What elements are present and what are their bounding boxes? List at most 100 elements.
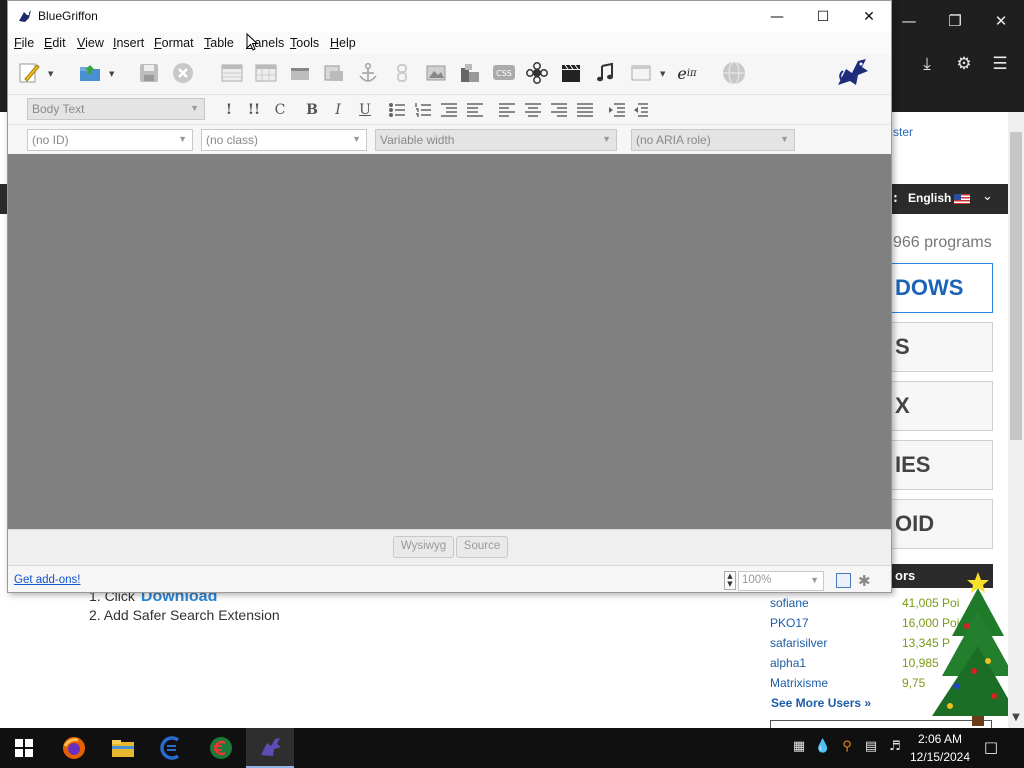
menu-edit[interactable]: Edit bbox=[44, 36, 66, 50]
firefox-taskbar-icon[interactable] bbox=[50, 728, 98, 768]
chevron-down-icon: ▼ bbox=[810, 575, 819, 585]
network-tray-icon[interactable]: ▤ bbox=[862, 739, 880, 757]
chevron-down-icon[interactable]: ▼ bbox=[109, 70, 114, 78]
puzzle-icon[interactable]: ✱ bbox=[858, 572, 871, 590]
link-icon[interactable] bbox=[389, 60, 415, 86]
browser-restore-button[interactable]: ❐ bbox=[932, 0, 978, 42]
minimize-button[interactable]: — bbox=[754, 1, 800, 32]
platform-button-android[interactable]: OID bbox=[890, 499, 993, 549]
bluegriffon-taskbar-icon[interactable] bbox=[246, 728, 294, 768]
language-colon: : bbox=[893, 191, 898, 205]
insert-image-icon[interactable] bbox=[423, 60, 449, 86]
code-button[interactable]: C bbox=[271, 101, 289, 119]
network-drive-tray-icon[interactable]: ▦ bbox=[790, 739, 808, 757]
strong-emphasis-button[interactable]: !! bbox=[245, 101, 263, 119]
table-properties-icon[interactable] bbox=[253, 60, 279, 86]
menu-format[interactable]: Format bbox=[154, 36, 194, 50]
insert-table-icon[interactable] bbox=[219, 60, 245, 86]
zoom-value: 100% bbox=[742, 574, 772, 586]
style-flower-icon[interactable] bbox=[524, 60, 550, 86]
file-explorer-taskbar-icon[interactable] bbox=[99, 728, 147, 768]
scrollbar-thumb[interactable] bbox=[1010, 132, 1022, 440]
extensions-icon[interactable]: ⚙ bbox=[950, 52, 978, 76]
bluegriffon-logo-icon bbox=[834, 57, 870, 89]
menu-view[interactable]: View bbox=[77, 36, 104, 50]
bold-button[interactable]: B bbox=[303, 101, 321, 119]
insert-frame-icon[interactable] bbox=[628, 60, 654, 86]
search-tray-icon[interactable]: ⚲ bbox=[838, 739, 856, 757]
clock-date[interactable]: 12/15/2024 bbox=[906, 750, 974, 764]
align-right-icon bbox=[551, 103, 567, 117]
new-document-icon[interactable] bbox=[16, 60, 42, 86]
browser-minimize-button[interactable]: — bbox=[886, 0, 932, 42]
clock-time[interactable]: 2:06 AM bbox=[912, 732, 968, 746]
css-stylesheet-icon[interactable]: CSS bbox=[491, 60, 517, 86]
chevron-down-icon[interactable]: ▼ bbox=[48, 70, 53, 78]
menu-table[interactable]: Table bbox=[204, 36, 234, 50]
fit-page-icon[interactable] bbox=[836, 573, 851, 588]
chevron-down-icon[interactable]: ▼ bbox=[660, 70, 665, 78]
language-selector[interactable]: English bbox=[908, 191, 951, 205]
underline-button[interactable]: U bbox=[356, 101, 374, 119]
paragraph-format-select[interactable]: Body Text ▼ bbox=[27, 98, 205, 120]
christmas-tree-image bbox=[932, 572, 1018, 726]
outdent-icon bbox=[634, 103, 648, 117]
start-button[interactable] bbox=[0, 728, 48, 768]
math-symbol: e bbox=[677, 63, 687, 83]
insert-form-icon[interactable] bbox=[287, 60, 313, 86]
droplet-tray-icon[interactable]: 💧 bbox=[814, 739, 832, 757]
save-icon[interactable] bbox=[136, 60, 162, 86]
math-exponent: iπ bbox=[686, 67, 697, 79]
top-user-name[interactable]: Matrixisme bbox=[770, 676, 828, 690]
platform-button-linux[interactable]: X bbox=[890, 381, 993, 431]
volume-tray-icon[interactable]: ♬ bbox=[886, 739, 904, 757]
chevron-down-icon: ▼ bbox=[602, 134, 611, 144]
platform-button-games[interactable]: IES bbox=[890, 440, 993, 490]
top-user-name[interactable]: sofiane bbox=[770, 596, 809, 610]
menu-insert[interactable]: Insert bbox=[113, 36, 144, 50]
width-select[interactable]: Variable width ▼ bbox=[375, 129, 617, 151]
zoom-select[interactable]: 100% ▼ bbox=[738, 571, 824, 591]
top-user-name[interactable]: safarisilver bbox=[770, 636, 827, 650]
euro-app-taskbar-icon[interactable] bbox=[197, 728, 245, 768]
browser-close-button[interactable]: ✕ bbox=[978, 0, 1024, 42]
platform-button-windows[interactable]: DOWS bbox=[890, 263, 993, 313]
menu-file[interactable]: File bbox=[14, 36, 34, 50]
menu-icon[interactable]: ☰ bbox=[986, 52, 1014, 76]
eclipse-taskbar-icon[interactable] bbox=[148, 728, 196, 768]
top-user-name[interactable]: alpha1 bbox=[770, 656, 806, 670]
anchor-icon[interactable] bbox=[355, 60, 381, 86]
programs-count: 966 programs bbox=[893, 234, 992, 251]
maximize-button[interactable]: ☐ bbox=[800, 1, 846, 32]
top-user-name[interactable]: PKO17 bbox=[770, 616, 809, 630]
insert-video-icon[interactable] bbox=[558, 60, 584, 86]
aria-role-select[interactable]: (no ARIA role) ▼ bbox=[631, 129, 795, 151]
wysiwyg-tab[interactable]: Wysiwyg bbox=[393, 536, 454, 558]
editor-area[interactable] bbox=[8, 154, 891, 529]
close-button[interactable]: ✕ bbox=[846, 1, 891, 32]
numbered-list-icon bbox=[415, 103, 431, 117]
source-tab[interactable]: Source bbox=[456, 536, 508, 558]
menu-help[interactable]: Help bbox=[330, 36, 356, 50]
insert-layer-icon[interactable] bbox=[457, 60, 483, 86]
insert-audio-icon[interactable] bbox=[592, 60, 618, 86]
insert-math-icon[interactable]: e iπ bbox=[670, 60, 704, 86]
download-icon[interactable]: ⤓ bbox=[913, 52, 941, 76]
notifications-icon[interactable]: □ bbox=[982, 738, 1000, 756]
open-document-icon[interactable] bbox=[77, 60, 103, 86]
stop-icon[interactable] bbox=[170, 60, 196, 86]
emphasis-button[interactable]: ! bbox=[220, 101, 238, 119]
zoom-stepper[interactable]: ▲ ▼ bbox=[724, 571, 736, 590]
platform-button-mac[interactable]: S bbox=[890, 322, 993, 372]
register-link[interactable]: ster bbox=[893, 125, 913, 139]
get-addons-link[interactable]: Get add-ons! bbox=[14, 574, 80, 586]
see-more-users-link[interactable]: See More Users » bbox=[771, 696, 871, 710]
scroll-down-arrow-icon[interactable]: ▼ bbox=[1009, 712, 1023, 723]
id-select[interactable]: (no ID) ▼ bbox=[27, 129, 193, 151]
italic-button[interactable]: I bbox=[329, 101, 347, 119]
chevron-down-icon[interactable]: ⌄ bbox=[982, 189, 993, 204]
menu-tools[interactable]: Tools bbox=[290, 36, 319, 50]
insert-fieldset-icon[interactable] bbox=[321, 60, 347, 86]
globe-icon[interactable] bbox=[721, 60, 747, 86]
class-select[interactable]: (no class) ▼ bbox=[201, 129, 367, 151]
